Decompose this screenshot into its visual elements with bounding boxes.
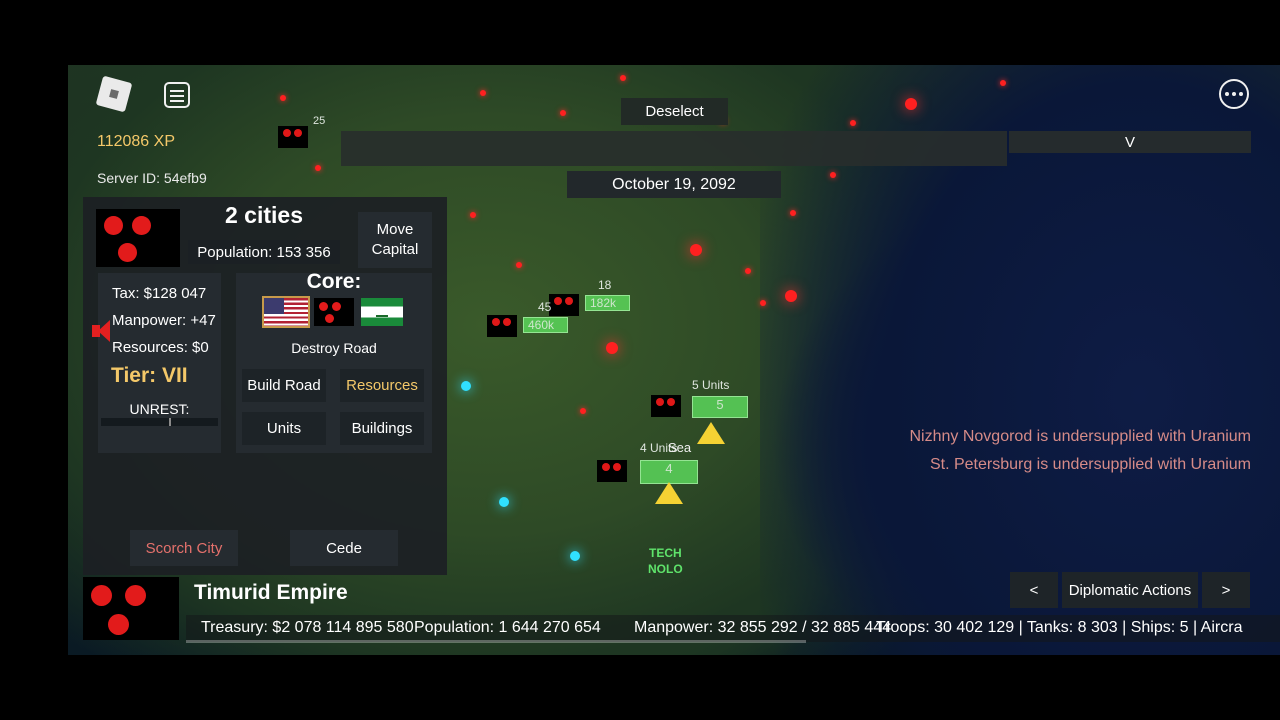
xp-counter: 112086 XP	[97, 133, 175, 150]
notification: St. Petersburg is undersupplied with Ura…	[929, 456, 1251, 473]
chat-icon[interactable]	[164, 82, 190, 108]
core-label: Core:	[306, 270, 362, 293]
nation-flag-icon	[597, 460, 627, 482]
treasury-value: Treasury: $2 078 114 895 580	[201, 619, 414, 636]
city-marker[interactable]	[745, 268, 751, 274]
nation-manpower-value: Manpower: 32 855 292 / 32 885 444	[634, 619, 892, 636]
usa-flag-icon[interactable]	[262, 296, 310, 328]
prev-nation-button[interactable]: <	[1010, 572, 1058, 608]
unit-warning-icon[interactable]	[697, 422, 725, 444]
next-nation-button[interactable]: >	[1202, 572, 1250, 608]
city-marker[interactable]	[315, 165, 321, 171]
green-flag-icon[interactable]	[361, 298, 403, 326]
tech-label: TECH NOLO	[648, 545, 683, 577]
nation-flag-icon	[487, 315, 517, 337]
map-label: 25	[313, 115, 326, 127]
nation-stats-bar[interactable]: Treasury: $2 078 114 895 580 Population:…	[186, 615, 1280, 642]
city-marker[interactable]	[580, 408, 586, 414]
city-marker[interactable]	[560, 110, 566, 116]
nation-flag-large	[83, 577, 179, 640]
nation-flag-icon	[278, 126, 308, 148]
buildings-button[interactable]: Buildings	[340, 412, 424, 445]
units-button[interactable]: Units	[242, 412, 326, 445]
move-capital-button[interactable]: Move Capital	[358, 212, 432, 268]
speaker-icon[interactable]	[88, 318, 118, 344]
city-marker-cyan[interactable]	[499, 497, 509, 507]
resources-button[interactable]: Resources	[340, 369, 424, 402]
city-marker-cyan[interactable]	[570, 551, 580, 561]
build-road-button[interactable]: Build Road	[242, 369, 326, 402]
city-marker[interactable]	[470, 212, 476, 218]
city-marker[interactable]	[760, 300, 766, 306]
city-marker[interactable]	[690, 244, 702, 256]
scorch-city-button[interactable]: Scorch City	[130, 530, 238, 566]
nation-population-value: Population: 1 644 270 654	[414, 619, 601, 636]
more-options-icon[interactable]	[1219, 79, 1249, 109]
v-toggle-button[interactable]: V	[1009, 131, 1251, 153]
diplomatic-actions-button[interactable]: Diplomatic Actions	[1062, 572, 1198, 608]
game-date: October 19, 2092	[567, 171, 781, 198]
manpower-value: Manpower: +47	[112, 312, 216, 329]
city-population: Population: 153 356	[188, 240, 340, 264]
destroy-road-button[interactable]: Destroy Road	[236, 340, 432, 356]
city-population-tag[interactable]: 460k	[523, 317, 568, 333]
city-marker[interactable]	[280, 95, 286, 101]
nation-core-flag-icon[interactable]	[314, 298, 354, 326]
city-marker[interactable]	[790, 210, 796, 216]
unit-stack[interactable]: 5	[692, 396, 748, 418]
unit-stack[interactable]: 4	[640, 460, 698, 484]
server-id: Server ID: 54efb9	[97, 170, 207, 186]
unit-stack-label: 5 Units	[692, 378, 730, 392]
resources-value: Resources: $0	[112, 339, 209, 356]
tier-level: Tier: VII	[111, 364, 188, 387]
sea-label: Sea	[668, 440, 692, 455]
nation-flag-icon	[651, 395, 681, 417]
tech-label-line2: NOLO	[648, 562, 683, 576]
city-marker[interactable]	[1000, 80, 1006, 86]
nation-flag-icon	[549, 294, 579, 316]
military-stats-value: Troops: 30 402 129 | Tanks: 8 303 | Ship…	[876, 619, 1243, 636]
city-marker[interactable]	[480, 90, 486, 96]
unit-warning-icon[interactable]	[655, 482, 683, 504]
unrest-label: UNREST:	[129, 401, 190, 417]
deselect-button[interactable]: Deselect	[621, 98, 728, 125]
map-label: 45	[538, 300, 552, 314]
city-marker[interactable]	[620, 75, 626, 81]
city-population-tag[interactable]: 182k	[585, 295, 630, 311]
city-marker-cyan[interactable]	[461, 381, 471, 391]
map-label: 18	[598, 278, 612, 292]
unrest-bar	[101, 418, 218, 426]
city-marker[interactable]	[850, 120, 856, 126]
nation-flag	[96, 209, 180, 267]
stats-scrollbar[interactable]	[186, 640, 806, 643]
city-marker[interactable]	[830, 172, 836, 178]
notification: Nizhny Novgorod is undersupplied with Ur…	[909, 428, 1252, 445]
city-marker[interactable]	[516, 262, 522, 268]
cede-button[interactable]: Cede	[290, 530, 398, 566]
tax-value: Tax: $128 047	[112, 285, 207, 302]
nation-name: Timurid Empire	[194, 581, 348, 604]
tech-label-line1: TECH	[649, 546, 682, 560]
top-info-bar	[341, 131, 1007, 166]
city-marker[interactable]	[905, 98, 917, 110]
city-marker[interactable]	[785, 290, 797, 302]
city-count-title: 2 cities	[225, 202, 303, 228]
city-marker[interactable]	[606, 342, 618, 354]
